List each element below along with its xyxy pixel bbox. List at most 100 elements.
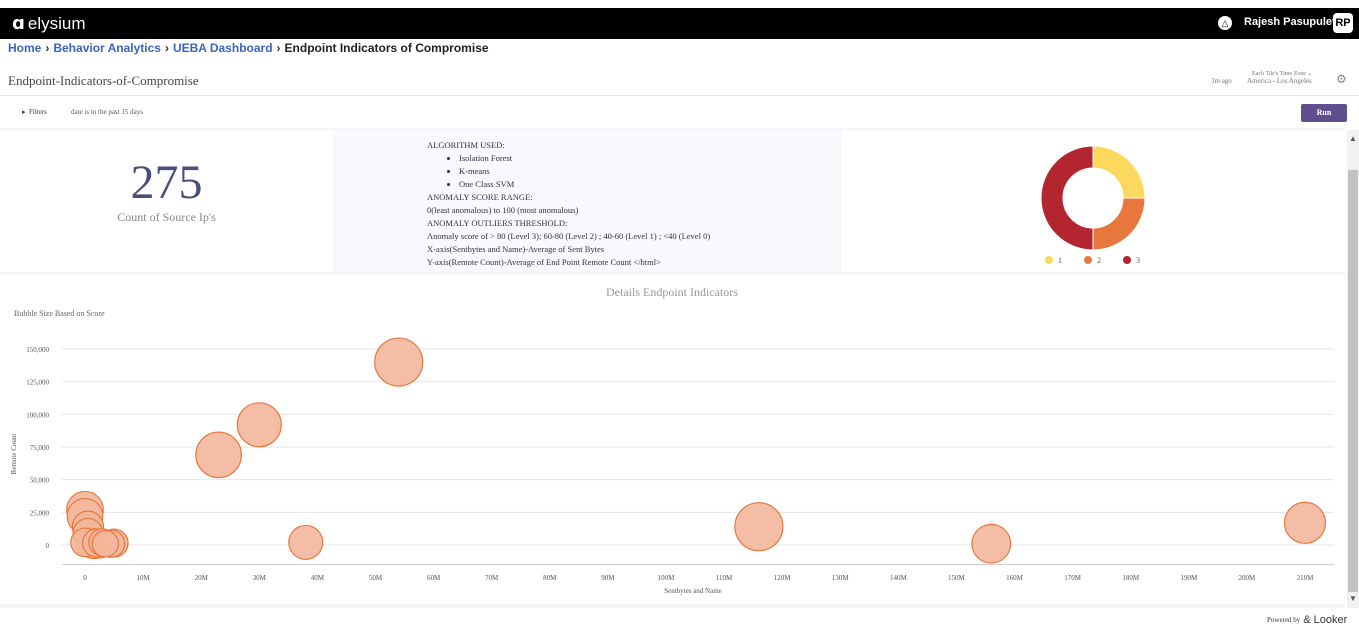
y-tick-label: 150,000 [26, 346, 49, 354]
x-tick-label: 210M [1297, 574, 1315, 582]
page-scrollbar[interactable]: ▲ ▼ [1347, 130, 1359, 608]
notification-bell-icon[interactable]: △ [1218, 16, 1232, 30]
bubble-point [971, 523, 1012, 564]
bubble-point [195, 431, 242, 479]
caret-right-icon: ▸ [22, 108, 26, 116]
algorithm-heading: ALGORITHM USED: [427, 140, 505, 150]
legend-label-1: 1 [1058, 256, 1062, 265]
x-tick-label: 30M [253, 574, 267, 582]
x-tick-label: 160M [1006, 574, 1024, 582]
y-tick-label: 0 [46, 542, 50, 550]
info-text: ALGORITHM USED: Isolation Forest K-means… [427, 139, 710, 269]
x-tick-label: 150M [948, 574, 966, 582]
kpi-label: Count of Source Ip's [117, 210, 216, 224]
donut-slice-3 [1040, 145, 1094, 251]
x-tick-label: 140M [890, 574, 908, 582]
x-tick-label: 80M [543, 574, 557, 582]
info-line: ANOMALY OUTLIERS THRESHOLD: [427, 218, 568, 228]
kpi-tile: 275 Count of Source Ip's [0, 130, 333, 272]
x-tick-label: 200M [1239, 574, 1257, 582]
legend-swatch-2 [1084, 256, 1092, 264]
bubble-chart: Details Endpoint Indicators Bubble Size B… [10, 285, 1335, 595]
donut-tile: 1 2 3 [841, 130, 1345, 272]
y-tick-label: 50,000 [30, 477, 50, 485]
filters-bar: ▸ Filters date is in the past 15 days Ru… [0, 97, 1359, 128]
powered-by-label: Powered by [1267, 616, 1301, 624]
scrollbar-thumb[interactable] [1348, 170, 1358, 592]
info-line: Y-axis(Remote Count)-Average of End Poin… [427, 257, 661, 267]
bubble-point [1283, 501, 1327, 544]
gear-icon[interactable]: ⚙ [1336, 72, 1347, 86]
filters-toggle[interactable]: ▸ Filters [22, 108, 47, 116]
breadcrumb: Home › Behavior Analytics › UEBA Dashboa… [8, 41, 489, 55]
bubble-point [236, 402, 282, 448]
chart-subtitle: Bubble Size Based on Score [14, 309, 105, 318]
x-axis-label: Sentbytes and Name [664, 587, 722, 595]
filters-description: date is in the past 15 days [71, 108, 143, 116]
user-name[interactable]: Rajesh Pasupuleti [1244, 16, 1339, 28]
dashboard-header: Endpoint-Indicators-of-Compromise Each T… [0, 64, 1359, 96]
x-tick-label: 20M [195, 574, 209, 582]
info-tile: ALGORITHM USED: Isolation Forest K-means… [334, 130, 840, 272]
breadcrumb-ueba-dashboard[interactable]: UEBA Dashboard [173, 41, 273, 55]
x-tick-label: 60M [427, 574, 441, 582]
info-line: ANOMALY SCORE RANGE: [427, 192, 533, 202]
user-avatar[interactable]: RP [1333, 13, 1353, 33]
breadcrumb-behavior-analytics[interactable]: Behavior Analytics [53, 41, 161, 55]
scroll-up-arrow-icon[interactable]: ▲ [1349, 134, 1357, 143]
elysium-logo-icon: ɑ [12, 13, 25, 34]
x-tick-label: 120M [774, 574, 792, 582]
dashboard-canvas: 275 Count of Source Ip's ALGORITHM USED:… [0, 128, 1345, 608]
info-line: Anomaly score of > 80 (Level 3); 60-80 (… [427, 231, 711, 241]
x-tick-label: 110M [716, 574, 733, 582]
y-axis-label: Remote Count [10, 434, 18, 475]
x-tick-label: 70M [485, 574, 499, 582]
y-tick-label: 25,000 [30, 509, 50, 517]
scroll-down-arrow-icon[interactable]: ▼ [1349, 594, 1357, 603]
x-tick-label: 0 [83, 574, 87, 582]
y-tick-label: 125,000 [26, 379, 49, 387]
x-tick-label: 190M [1180, 574, 1198, 582]
y-tick-label: 75,000 [30, 444, 50, 452]
algorithm-item: One Class SVM [459, 178, 710, 191]
top-nav-bar: ɑ elysium △ Rajesh Pasupuleti RP [0, 8, 1359, 39]
breadcrumb-separator: › [164, 41, 169, 55]
run-button[interactable]: Run [1301, 104, 1347, 122]
breadcrumb-separator: › [276, 41, 281, 55]
algorithm-list: Isolation Forest K-means One Class SVM [427, 152, 710, 191]
legend-swatch-1 [1045, 256, 1053, 264]
x-tick-label: 40M [311, 574, 325, 582]
breadcrumb-current: Endpoint Indicators of Compromise [284, 41, 489, 55]
chart-title: Details Endpoint Indicators [606, 285, 738, 299]
powered-by-looker: Powered by & Looker [1267, 614, 1347, 626]
algorithm-item: Isolation Forest [459, 152, 710, 165]
y-tick-label: 100,000 [26, 411, 49, 419]
bubble-tile: Details Endpoint Indicators Bubble Size B… [0, 274, 1345, 604]
donut-slice-2 [1092, 197, 1146, 251]
bubble-point [91, 529, 120, 558]
breadcrumb-separator: › [45, 41, 50, 55]
x-tick-label: 130M [832, 574, 850, 582]
breadcrumb-home[interactable]: Home [8, 41, 41, 55]
info-line: X-axis(Sentbytes and Name)-Average of Se… [427, 244, 605, 254]
x-tick-label: 90M [601, 574, 615, 582]
x-tick-label: 100M [658, 574, 676, 582]
bubble-point [734, 502, 784, 552]
legend-swatch-3 [1123, 256, 1131, 264]
x-tick-label: 170M [1064, 574, 1082, 582]
donut-slice-1 [1092, 145, 1146, 199]
x-tick-label: 50M [369, 574, 383, 582]
app-logo-text: elysium [27, 13, 86, 33]
x-tick-label: 180M [1122, 574, 1140, 582]
app-logo[interactable]: ɑ elysium [12, 13, 86, 34]
x-tick-label: 10M [136, 574, 150, 582]
algorithm-item: K-means [459, 165, 710, 178]
timezone-dropdown[interactable]: Each Tile's Time Zone ⌄ [1252, 70, 1312, 77]
timezone-value: America - Los Angeles [1247, 77, 1312, 85]
filters-label: Filters [29, 108, 47, 116]
legend-label-3: 3 [1136, 256, 1140, 265]
last-run-time: 3m ago [1211, 77, 1232, 85]
info-line: 0(least anomalous) to 100 (most anomalou… [427, 205, 579, 215]
looker-logo: & Looker [1303, 614, 1348, 626]
legend-label-2: 2 [1097, 256, 1101, 265]
